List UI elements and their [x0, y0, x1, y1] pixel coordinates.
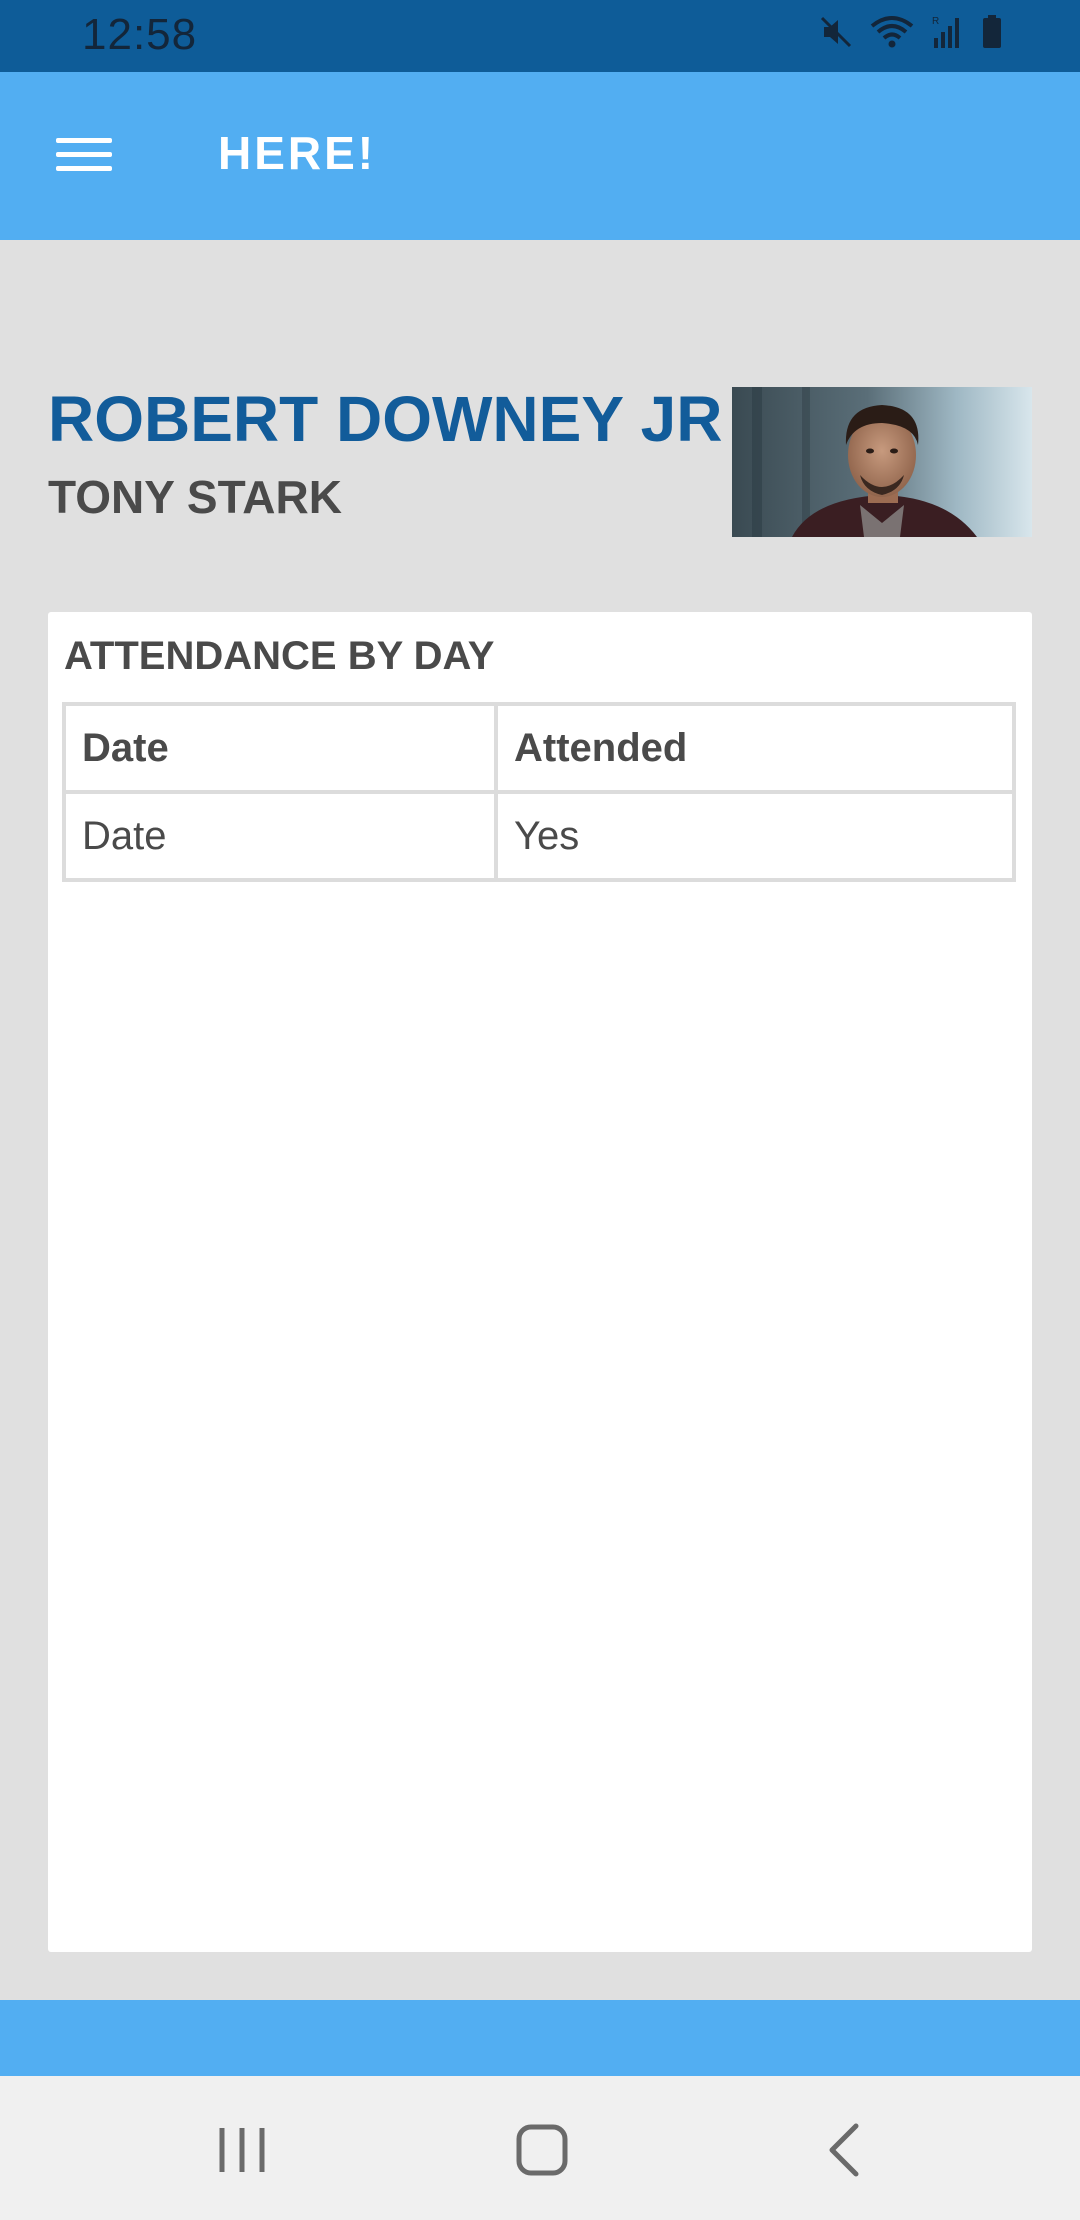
cell-attended: Yes: [494, 790, 1016, 882]
column-header-attended: Attended: [494, 702, 1016, 794]
app-bar: HERE!: [0, 72, 1080, 240]
back-icon[interactable]: [816, 2120, 876, 2180]
bottom-bar: [0, 2000, 1080, 2076]
card-title: ATTENDANCE BY DAY: [64, 634, 495, 678]
attendance-table: Date Attended Date Yes: [62, 702, 1016, 882]
cell-date: Date: [62, 790, 498, 882]
nav-bar: [0, 2076, 1080, 2220]
status-bar: 12:58 R: [0, 0, 1080, 72]
person-role: TONY STARK: [48, 471, 342, 523]
home-icon[interactable]: [512, 2120, 572, 2180]
battery-icon: [980, 14, 1004, 50]
app-title: HERE!: [218, 127, 377, 179]
status-time: 12:58: [82, 10, 198, 59]
status-icons: R: [818, 14, 1004, 50]
person-name: ROBERT DOWNEY JR: [48, 383, 723, 455]
svg-text:R: R: [932, 16, 939, 27]
hamburger-menu-icon[interactable]: [56, 134, 112, 174]
recents-icon[interactable]: [212, 2120, 272, 2180]
attendance-card: ATTENDANCE BY DAY Date Attended Date Yes: [48, 612, 1032, 1952]
mute-icon: [818, 14, 854, 50]
table-header-row: Date Attended: [62, 702, 1016, 794]
table-row: Date Yes: [62, 790, 1016, 882]
signal-icon: R: [930, 14, 966, 50]
column-header-date: Date: [62, 702, 498, 794]
profile-photo: [732, 387, 1032, 537]
wifi-icon: [868, 14, 916, 50]
